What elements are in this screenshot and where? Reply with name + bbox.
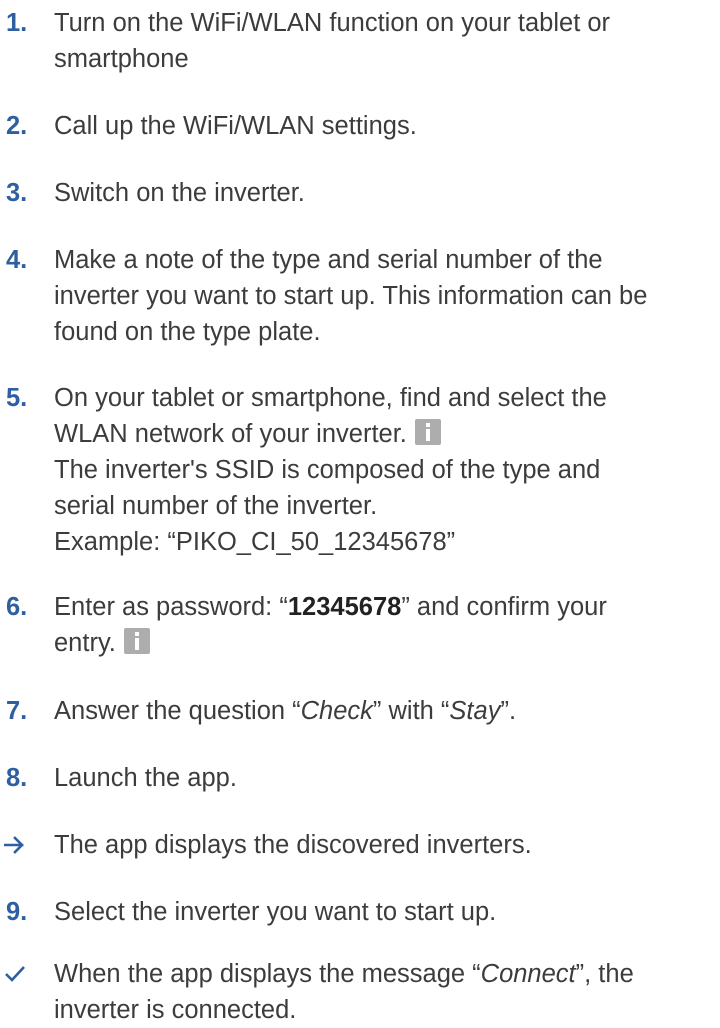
step-text-line: Switch on the inverter. — [54, 179, 305, 207]
step-note-line: serial number of the inverter. — [54, 492, 378, 520]
step-text: ”, the — [575, 960, 634, 988]
step-number: 7. — [6, 697, 28, 725]
step-text-line: The app displays the discovered inverter… — [54, 831, 532, 859]
step-text-line: found on the type plate. — [54, 318, 321, 346]
step-number: 6. — [6, 593, 28, 621]
step-number: 9. — [6, 898, 28, 926]
info-icon[interactable] — [414, 419, 441, 445]
step-text-line: inverter you want to start up. This info… — [54, 282, 648, 310]
step-text: ” with “ — [372, 697, 450, 725]
step-note-line: The inverter's SSID is composed of the t… — [54, 456, 601, 484]
step-text-line: Select the inverter you want to start up… — [54, 898, 497, 926]
step-text-line: On your tablet or smartphone, find and s… — [54, 384, 607, 412]
step-number: 5. — [6, 384, 28, 412]
step-note-line: Example: “PIKO_CI_50_12345678” — [54, 528, 456, 556]
step-number: 1. — [6, 9, 28, 37]
step-text-line: Launch the app. — [54, 764, 237, 792]
stay-label: Stay — [449, 697, 501, 725]
step-text-line: Turn on the WiFi/WLAN function on your t… — [54, 9, 611, 37]
step-text-line: Call up the WiFi/WLAN settings. — [54, 112, 417, 140]
step-text-line: Make a note of the type and serial numbe… — [54, 246, 603, 274]
step-number: 3. — [6, 179, 28, 207]
instruction-list: 1. Turn on the WiFi/WLAN function on you… — [0, 0, 720, 1024]
step-text: entry. — [54, 629, 116, 657]
step-text: ” and confirm your — [401, 593, 607, 621]
password-value: 12345678 — [287, 593, 402, 621]
step-number: 4. — [6, 246, 28, 274]
step-text: Enter as password: “ — [54, 593, 288, 621]
info-icon[interactable] — [123, 628, 150, 654]
checkmark-icon — [0, 956, 46, 984]
step-number: 8. — [6, 764, 28, 792]
step-text: When the app displays the message “ — [54, 960, 481, 988]
check-label: Check — [300, 697, 373, 725]
step-text-line: smartphone — [54, 45, 189, 73]
step-number: 2. — [6, 112, 28, 140]
step-text: Answer the question “ — [54, 697, 301, 725]
step-text: ”. — [500, 697, 517, 725]
arrow-right-icon — [0, 827, 46, 855]
connect-label: Connect — [480, 960, 576, 988]
step-text-line: WLAN network of your inverter. — [54, 420, 407, 448]
step-text-line: inverter is connected. — [54, 996, 297, 1024]
